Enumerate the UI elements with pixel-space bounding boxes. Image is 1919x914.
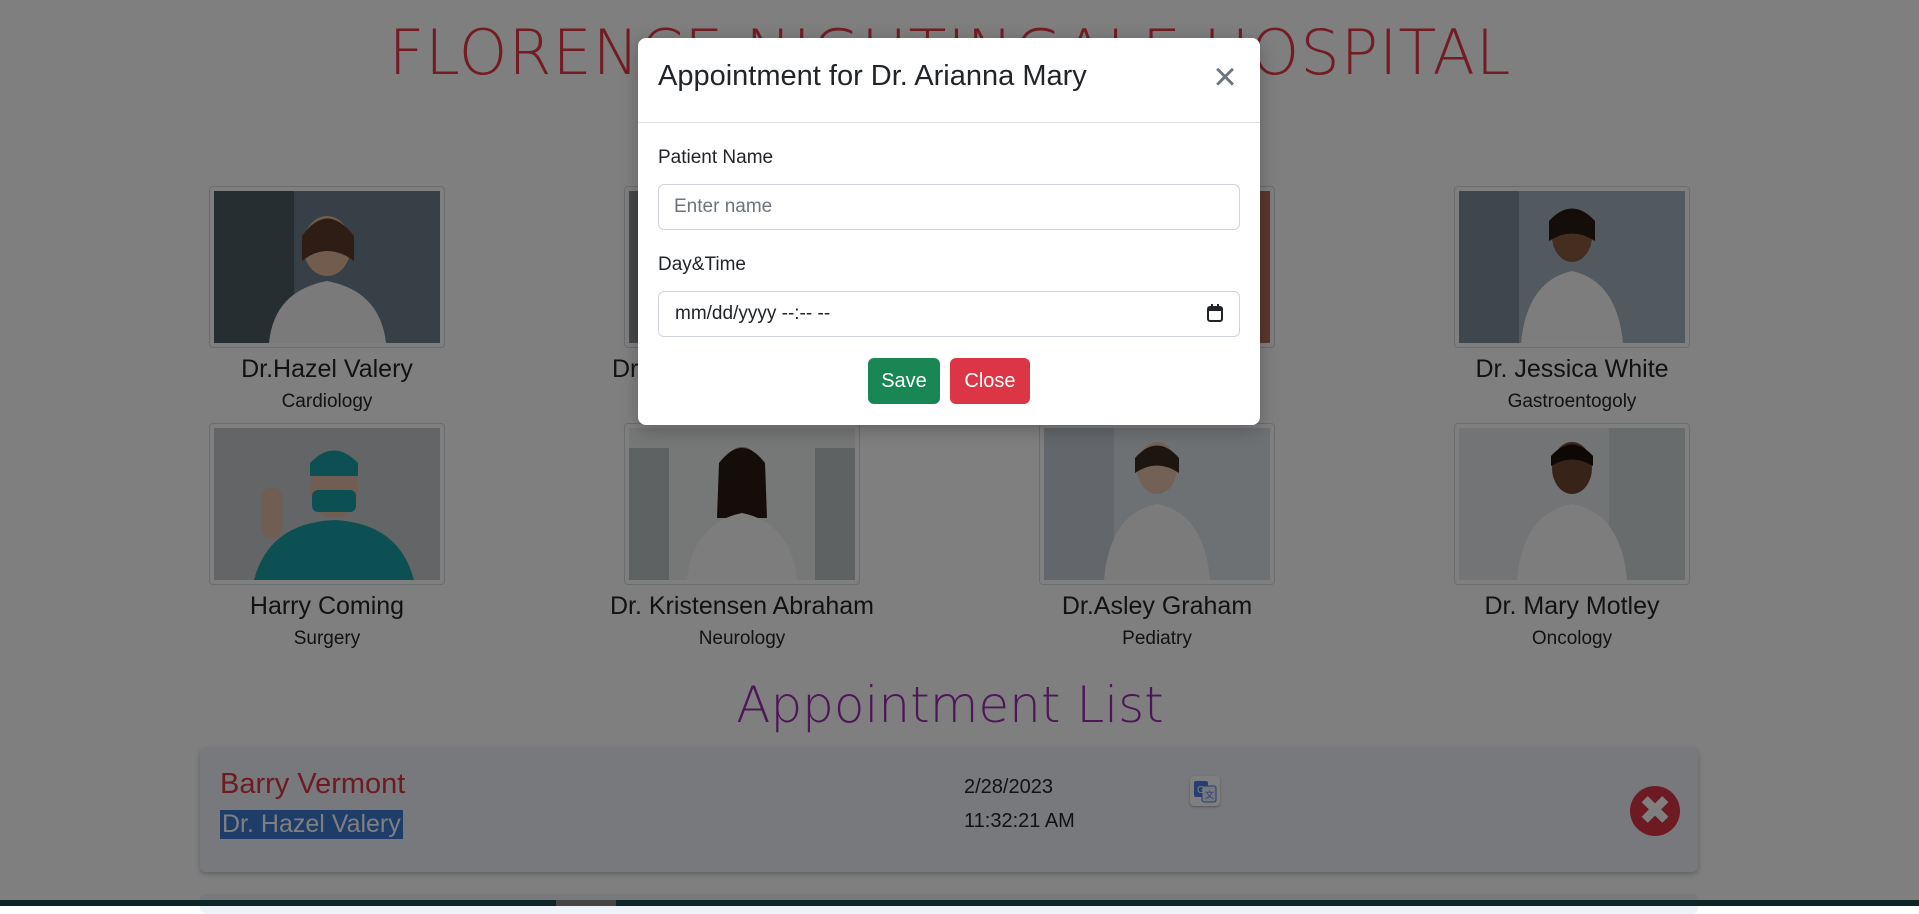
patient-name-label: Patient Name [658,147,774,168]
save-button[interactable]: Save [868,358,940,404]
modal-title: Appointment for Dr. Arianna Mary [658,60,1087,92]
modal-close-icon[interactable]: × [1208,57,1242,97]
close-button[interactable]: Close [950,358,1030,404]
day-time-value: mm/dd/yyyy --:-- -- [675,303,831,324]
page: FLORENCE NIGHTINGALE HOSPITAL Dr.Hazel V… [0,0,1919,914]
patient-name-input[interactable] [658,184,1240,230]
day-time-input[interactable]: mm/dd/yyyy --:-- -- [658,291,1240,337]
appointment-modal: Appointment for Dr. Arianna Mary × Patie… [638,38,1260,425]
modal-header: Appointment for Dr. Arianna Mary × [638,38,1260,123]
day-time-label: Day&Time [658,254,746,275]
calendar-icon[interactable] [1207,304,1223,322]
